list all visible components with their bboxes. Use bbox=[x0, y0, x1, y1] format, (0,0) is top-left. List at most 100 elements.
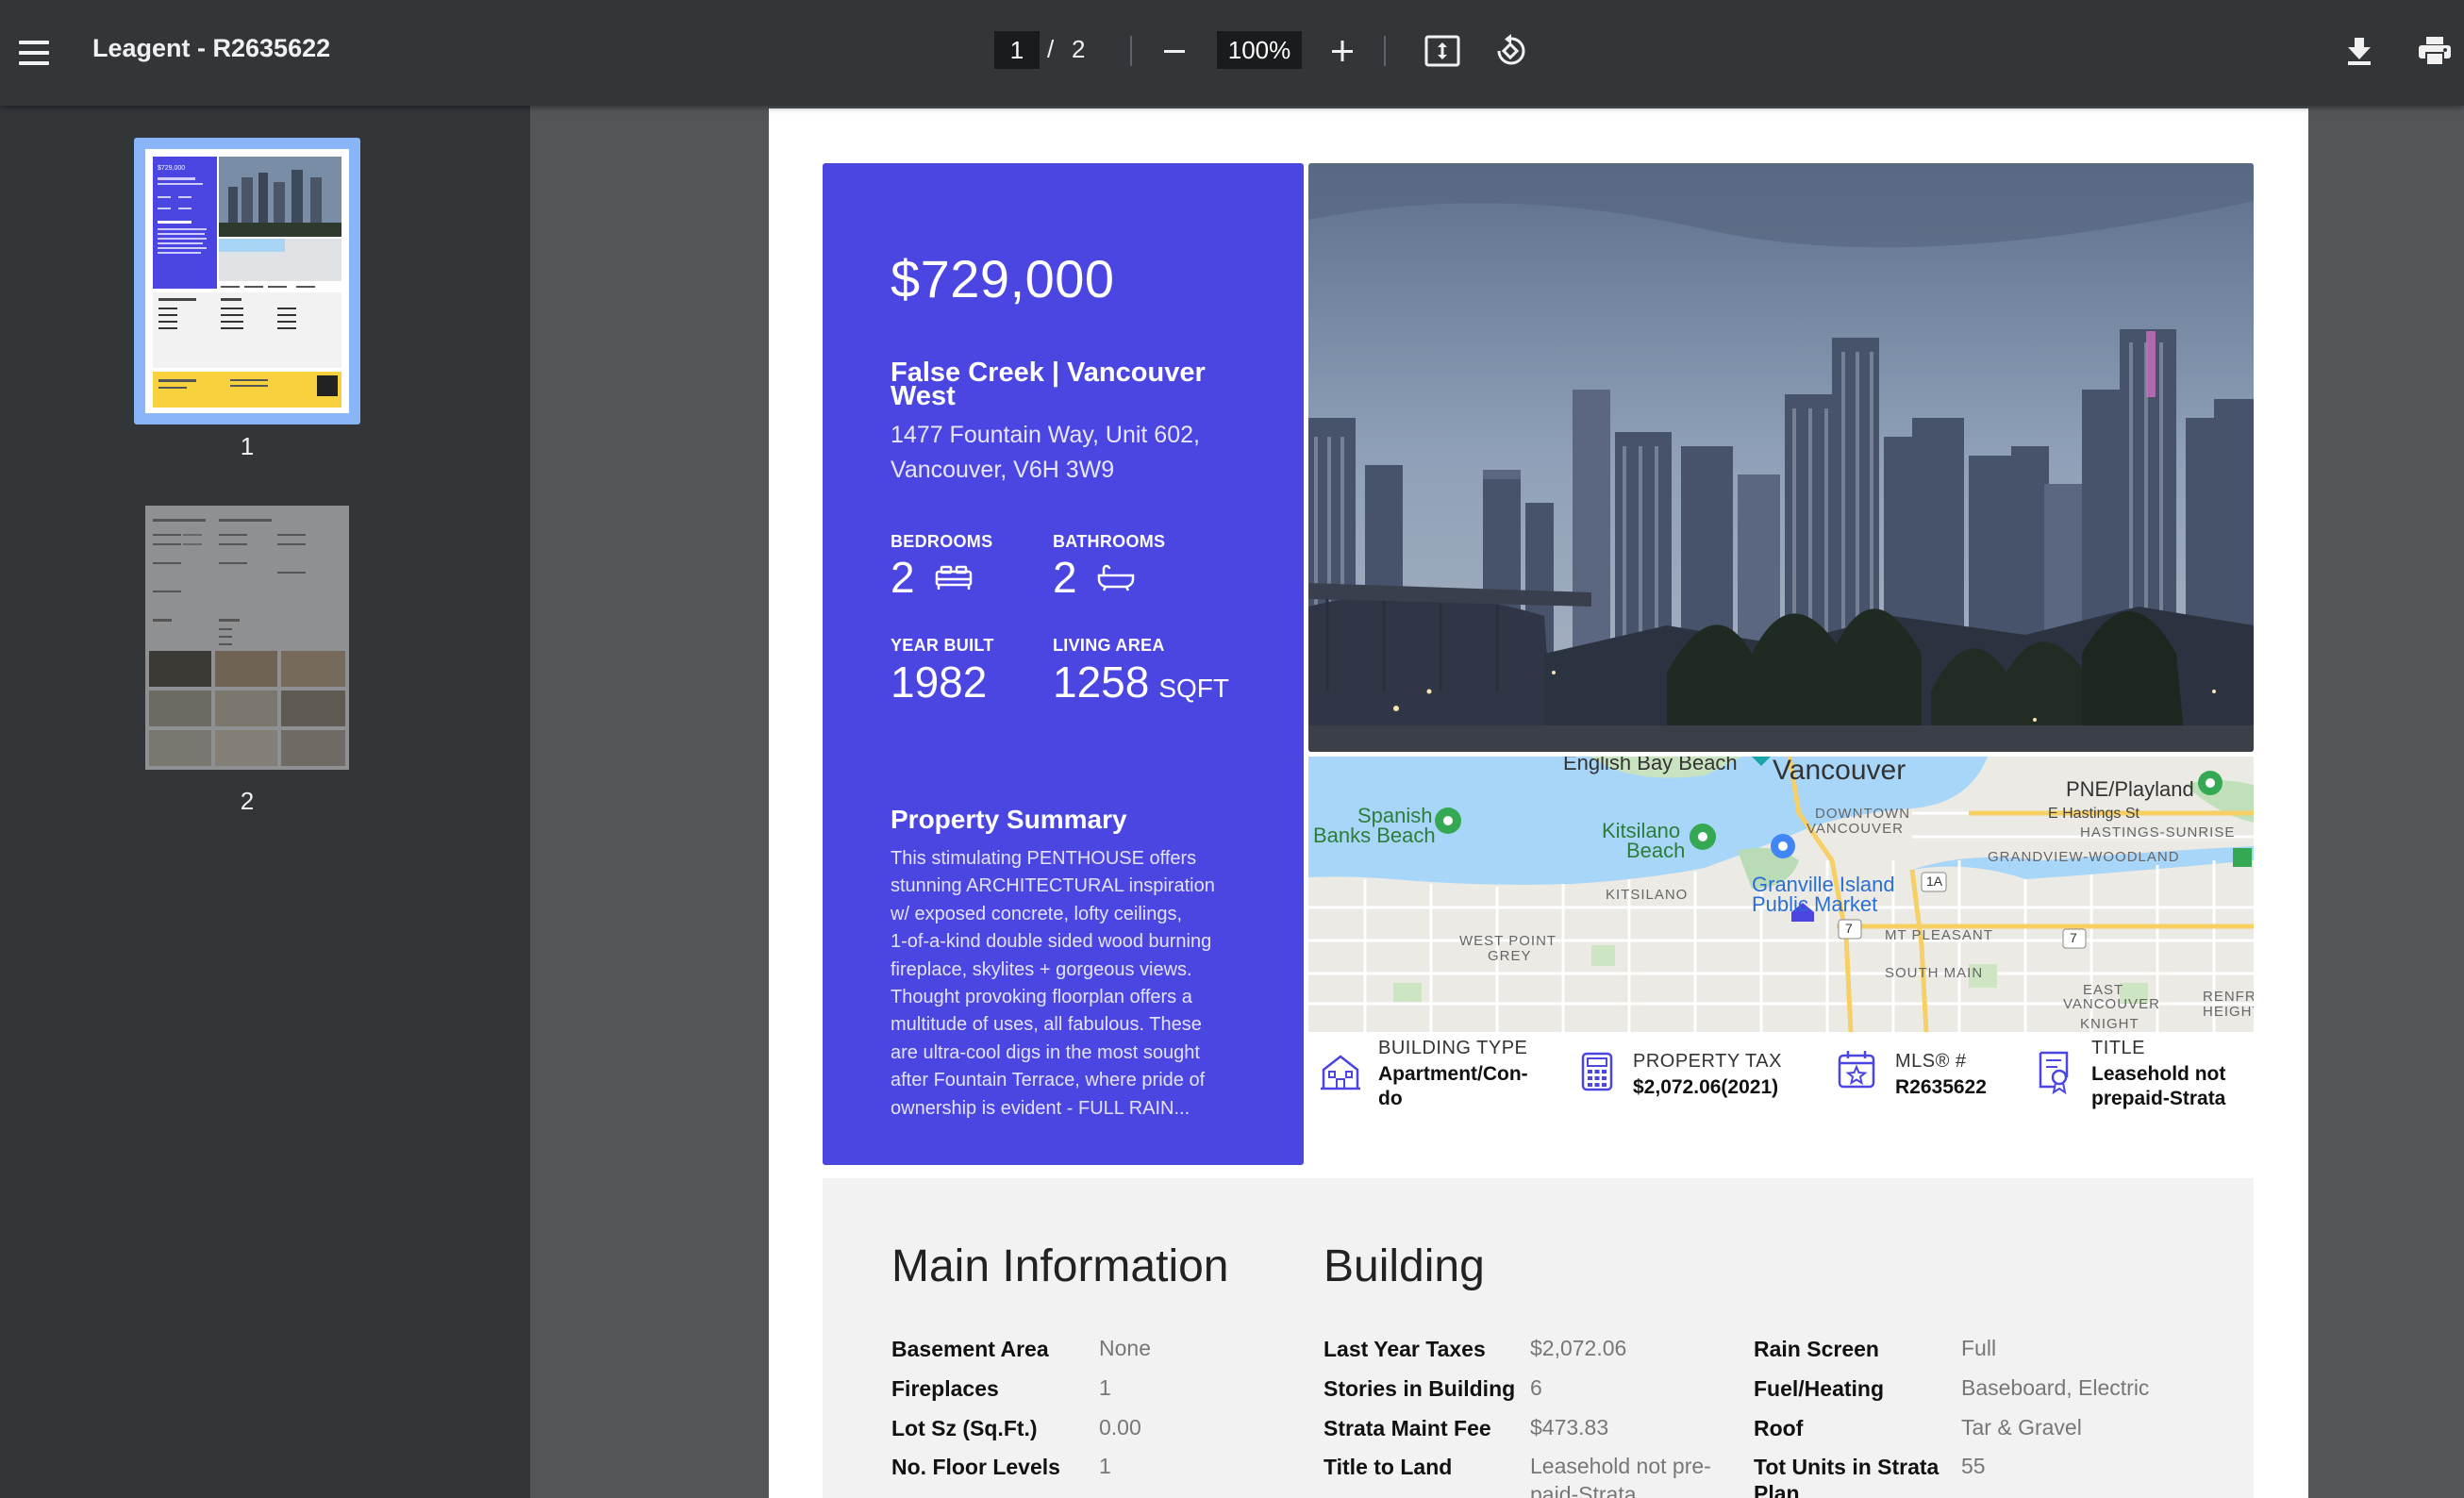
info-key: No. Floor Levels bbox=[891, 1455, 1060, 1479]
fact-value-line: Leasehold not bbox=[2091, 1063, 2226, 1085]
page-number-input[interactable]: 1 bbox=[994, 31, 1040, 69]
building-heading: Building bbox=[1324, 1241, 1485, 1291]
total-pages: 2 bbox=[1072, 35, 1086, 63]
fact-label: PROPERTY TAX bbox=[1633, 1051, 1782, 1072]
summary-line: ownership is evident - FULL RAIN... bbox=[891, 1097, 1190, 1119]
map-label-downtown: DOWNTOWN bbox=[1815, 806, 1911, 822]
summary-heading: Property Summary bbox=[891, 805, 1127, 834]
info-key: Fireplaces bbox=[891, 1376, 999, 1401]
map-route-1a: 1A bbox=[1926, 874, 1943, 889]
map-label-english-bay: English Bay Beach bbox=[1563, 757, 1738, 774]
map-label-knight: KNIGHT bbox=[2080, 1016, 2139, 1032]
map-label-south-main: SOUTH MAIN bbox=[1885, 965, 1984, 981]
info-key: Rain Screen bbox=[1754, 1337, 1879, 1361]
summary-line: w/ exposed concrete, lofty ceilings, bbox=[891, 903, 1183, 924]
zoom-level-input[interactable]: 100% bbox=[1217, 31, 1302, 69]
bed-icon bbox=[936, 565, 973, 590]
fact-value: R2635622 bbox=[1895, 1076, 1987, 1098]
bathrooms-count: 2 bbox=[1053, 553, 1077, 602]
info-key: Stories in Building bbox=[1324, 1376, 1516, 1401]
download-button[interactable] bbox=[2335, 26, 2384, 75]
location-map[interactable]: English Bay Beach Vancouver PNE/Playland… bbox=[1308, 757, 2254, 1032]
toolbar-divider bbox=[1130, 36, 1132, 66]
map-label-west-point-grey: GREY bbox=[1488, 948, 1532, 964]
toolbar-divider bbox=[1384, 36, 1386, 66]
bathtub-icon bbox=[1098, 564, 1135, 591]
fit-to-page-button[interactable] bbox=[1418, 26, 1467, 75]
info-key: Tot Units in Strata bbox=[1754, 1455, 1940, 1479]
thumbnail-page-number: 1 bbox=[240, 432, 255, 460]
thumbnail-preview bbox=[145, 506, 349, 770]
zoom-out-button[interactable] bbox=[1150, 26, 1199, 75]
map-label-hastings-sunrise: HASTINGS-SUNRISE bbox=[2080, 824, 2236, 841]
listing-price: $729,000 bbox=[891, 249, 1115, 308]
living-area-value: 1258 SQFT bbox=[1053, 658, 1229, 712]
info-key: Lot Sz (Sq.Ft.) bbox=[891, 1416, 1038, 1440]
map-label-pne: PNE/Playland bbox=[2066, 777, 2194, 801]
summary-line: Thought provoking floorplan offers a bbox=[891, 987, 1192, 1008]
info-key: Plan bbox=[1754, 1481, 1800, 1498]
year-built-label: YEAR BUILT bbox=[891, 636, 994, 655]
info-key: Fuel/Heating bbox=[1754, 1376, 1885, 1401]
address-line-2: Vancouver, V6H 3W9 bbox=[891, 457, 1115, 483]
info-value: 1 bbox=[1099, 1375, 1111, 1400]
living-area-number: 1258 bbox=[1053, 657, 1150, 707]
thumbnail-price: $729,000 bbox=[158, 165, 185, 172]
printer-icon bbox=[2419, 37, 2451, 66]
year-built-value: 1982 bbox=[891, 657, 988, 707]
fact-label: TITLE bbox=[2091, 1038, 2145, 1058]
address: 1477 Fountain Way, Unit 602, Vancouver, … bbox=[891, 418, 1268, 488]
print-button[interactable] bbox=[2410, 26, 2459, 75]
rotate-button[interactable] bbox=[1486, 26, 1535, 75]
fact-label: BUILDING TYPE bbox=[1378, 1038, 1528, 1058]
fact-value-line: do bbox=[1378, 1088, 1403, 1109]
summary-line: This stimulating PENTHOUSE offers bbox=[891, 848, 1197, 869]
key-facts: BUILDING TYPE Apartment/Con- do PROPERTY… bbox=[1308, 1038, 2254, 1170]
map-label-spanish-banks: Banks Beach bbox=[1313, 824, 1436, 847]
zoom-in-button[interactable] bbox=[1318, 26, 1367, 75]
info-key: Strata Maint Fee bbox=[1324, 1416, 1491, 1440]
plus-icon bbox=[1332, 41, 1353, 61]
bedrooms-value: 2 bbox=[891, 554, 974, 601]
summary-line: stunning ARCHITECTURAL inspiration bbox=[891, 875, 1215, 897]
fact-value-line: prepaid-Strata bbox=[2091, 1088, 2226, 1109]
fact-label: MLS® # bbox=[1895, 1051, 1967, 1072]
map-label-grandview: GRANDVIEW-WOODLAND bbox=[1988, 849, 2180, 865]
bedrooms-count: 2 bbox=[891, 553, 915, 602]
thumbnail-page-2[interactable] bbox=[145, 506, 349, 770]
pdf-page: $729,000 False Creek | Vancouver West 14… bbox=[769, 108, 2308, 1498]
calculator-icon bbox=[1581, 1052, 1613, 1091]
summary-line: multitude of uses, all fabulous. These bbox=[891, 1014, 1202, 1036]
map-label-renfrew: HEIGHTS bbox=[2203, 1004, 2254, 1020]
calendar-star-icon bbox=[1838, 1051, 1875, 1089]
fact-value: Leasehold not prepaid-Strata bbox=[2091, 1062, 2225, 1111]
info-value: 1 bbox=[1099, 1454, 1111, 1478]
map-label-renfrew: RENFREW bbox=[2203, 989, 2254, 1005]
main-information-heading: Main Information bbox=[891, 1241, 1229, 1291]
info-value: Tar & Gravel bbox=[1961, 1415, 2082, 1440]
map-label-e-hastings: E Hastings St bbox=[2048, 806, 2139, 822]
rotate-icon bbox=[1497, 34, 1525, 65]
address-line-1: 1477 Fountain Way, Unit 602, bbox=[891, 422, 1200, 448]
info-value: $473.83 bbox=[1530, 1415, 1609, 1440]
bedrooms-label: BEDROOMS bbox=[891, 532, 993, 551]
fact-value: $2,072.06(2021) bbox=[1633, 1076, 1779, 1098]
map-label-mt-pleasant: MT PLEASANT bbox=[1885, 927, 1993, 943]
thumbnail-page-number: 2 bbox=[240, 787, 255, 815]
summary-line: 1-of-a-kind double sided wood burning bbox=[891, 931, 1212, 953]
certificate-icon bbox=[2039, 1051, 2069, 1094]
bathrooms-value: 2 bbox=[1053, 554, 1136, 601]
info-key: Roof bbox=[1754, 1416, 1804, 1440]
fact-value-line: Apartment/Con- bbox=[1378, 1063, 1528, 1085]
map-label-vancouver: Vancouver bbox=[1773, 757, 1906, 786]
thumbnail-preview: $729,000 bbox=[145, 149, 349, 413]
summary-line: are ultra-cool digs in the most sought bbox=[891, 1041, 1200, 1063]
building-icon bbox=[1321, 1055, 1360, 1090]
info-value: 6 bbox=[1530, 1375, 1542, 1400]
thumbnail-page-1[interactable]: $729,000 bbox=[134, 138, 360, 424]
map-label-kitsilano-beach: Beach bbox=[1626, 839, 1686, 862]
download-icon bbox=[2348, 38, 2371, 65]
minus-icon bbox=[1164, 50, 1185, 53]
info-value: None bbox=[1099, 1336, 1151, 1360]
menu-icon[interactable] bbox=[9, 28, 58, 77]
